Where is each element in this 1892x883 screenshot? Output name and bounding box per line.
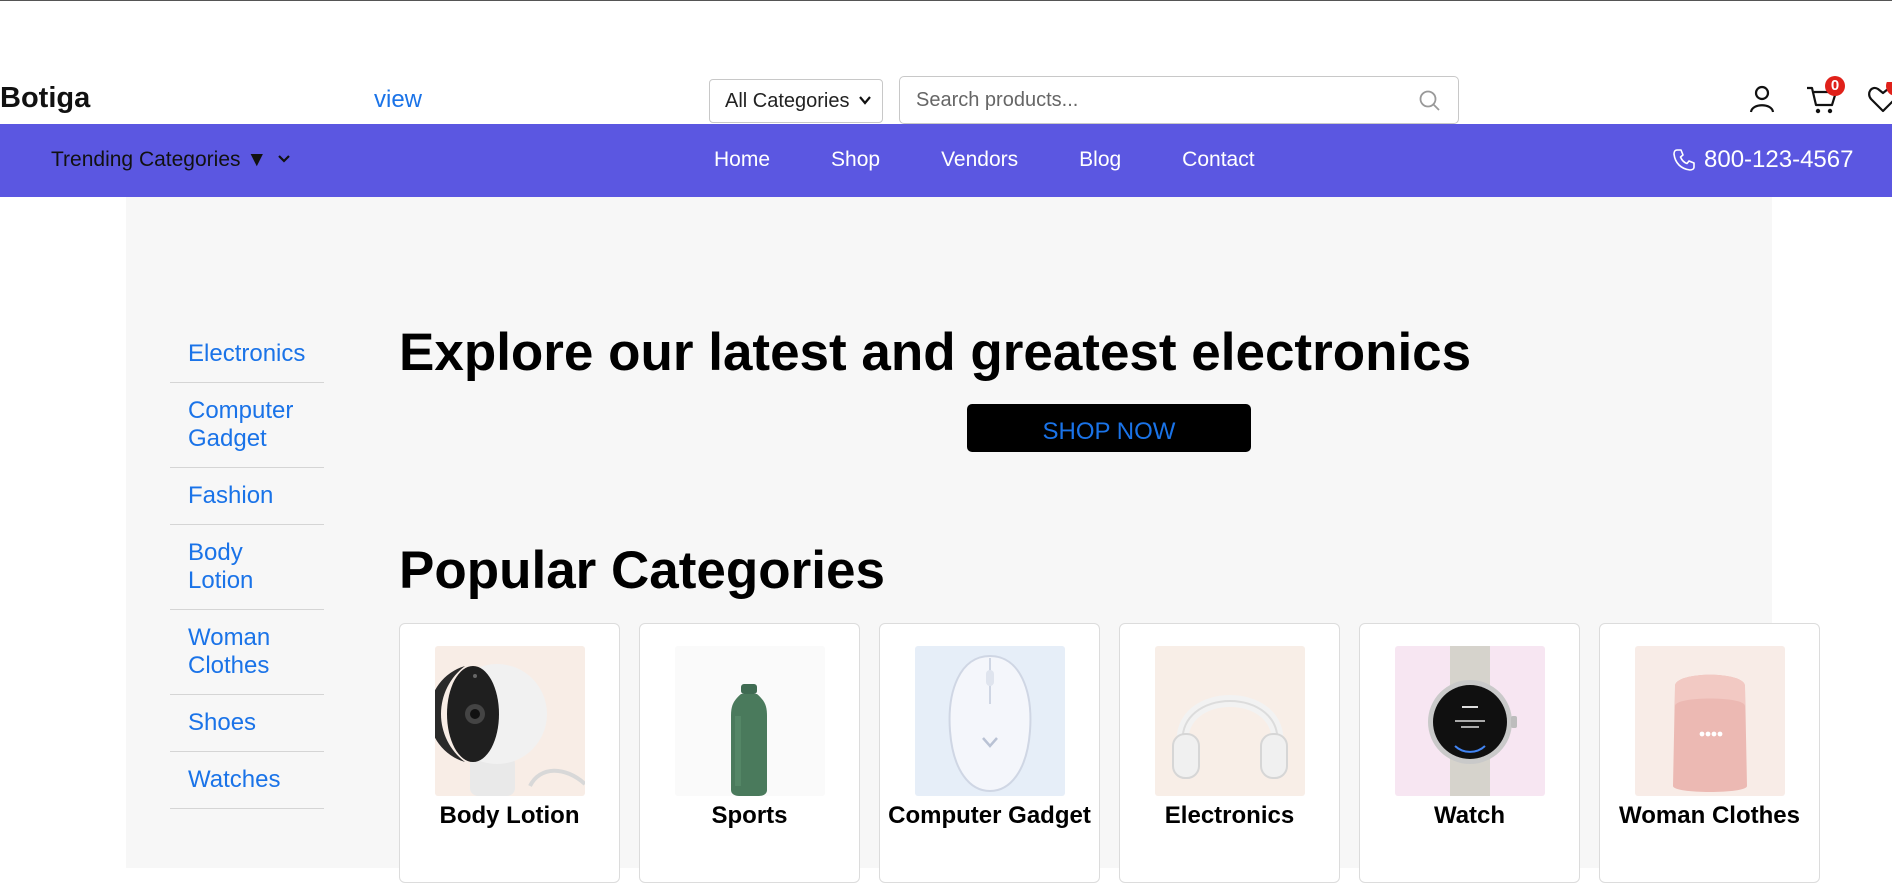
mouse-image (915, 646, 1065, 796)
category-cards: Body Lotion Sports Computer Gadget Elect… (399, 623, 1820, 883)
sidebar-item-watches[interactable]: Watches (170, 752, 324, 809)
nav-links: Home Shop Vendors Blog Contact (714, 148, 1316, 172)
phone-number: 800-123-4567 (1704, 146, 1854, 173)
sidebar-item-woman-clothes[interactable]: Woman Clothes (170, 610, 324, 695)
search-box (899, 76, 1459, 124)
category-card-label: Body Lotion (439, 802, 580, 829)
category-card-label: Electronics (1164, 802, 1295, 829)
shop-now-button[interactable]: SHOP NOW (967, 404, 1251, 452)
chevron-down-icon (278, 155, 290, 163)
hero-title: Explore our latest and greatest electron… (399, 323, 1472, 382)
search-input[interactable] (916, 77, 1396, 123)
popular-categories-title: Popular Categories (399, 541, 885, 600)
category-select-value: All Categories (725, 90, 850, 112)
account-icon[interactable] (1745, 82, 1779, 116)
category-card-sports[interactable]: Sports (639, 623, 860, 883)
phone-icon (1673, 149, 1695, 171)
category-card-watch[interactable]: Watch (1359, 623, 1580, 883)
nav-contact[interactable]: Contact (1182, 148, 1254, 172)
cart-count-badge: 0 (1825, 76, 1845, 96)
nav-shop[interactable]: Shop (831, 148, 880, 172)
category-select[interactable]: All Categories (709, 79, 883, 123)
view-link[interactable]: view (374, 86, 422, 114)
sidebar-item-shoes[interactable]: Shoes (170, 695, 324, 752)
sidebar-item-electronics[interactable]: Electronics (170, 326, 324, 383)
wishlist-icon[interactable]: 0 (1866, 82, 1892, 116)
category-card-label: Watch (1433, 802, 1506, 829)
nav-home[interactable]: Home (714, 148, 770, 172)
sidebar-item-computer-gadget[interactable]: Computer Gadget (170, 383, 324, 468)
site-header: Botiga view All Categories 0 0 (0, 74, 1892, 124)
category-card-computer-gadget[interactable]: Computer Gadget (879, 623, 1100, 883)
category-card-label: Woman Clothes (1619, 802, 1800, 829)
watch-image (1395, 646, 1545, 796)
headphones-image (1155, 646, 1305, 796)
phone-contact[interactable]: 800-123-4567 (1672, 146, 1853, 174)
search-icon[interactable] (1418, 89, 1442, 113)
brand-logo[interactable]: Botiga (0, 82, 90, 115)
nav-vendors[interactable]: Vendors (941, 148, 1018, 172)
cart-icon[interactable]: 0 (1805, 76, 1845, 116)
speaker-image (1635, 646, 1785, 796)
shop-now-label: SHOP NOW (1042, 418, 1176, 445)
trending-categories-label: Trending Categories ▼ (51, 148, 268, 171)
camera-image (435, 646, 585, 796)
sidebar-item-fashion[interactable]: Fashion (170, 468, 324, 525)
category-card-woman-clothes[interactable]: Woman Clothes (1599, 623, 1820, 883)
top-rule (0, 0, 1892, 1)
category-card-label: Computer Gadget (888, 802, 1091, 829)
category-card-label: Sports (711, 802, 788, 829)
trending-categories-dropdown[interactable]: Trending Categories ▼ (51, 148, 291, 172)
bottle-image (675, 646, 825, 796)
sidebar-item-body-lotion[interactable]: Body Lotion (170, 525, 324, 610)
nav-blog[interactable]: Blog (1079, 148, 1121, 172)
category-card-electronics[interactable]: Electronics (1119, 623, 1340, 883)
category-card-body-lotion[interactable]: Body Lotion (399, 623, 620, 883)
category-sidebar: Electronics Computer Gadget Fashion Body… (170, 326, 324, 809)
main-navbar: Trending Categories ▼ Home Shop Vendors … (0, 124, 1892, 197)
